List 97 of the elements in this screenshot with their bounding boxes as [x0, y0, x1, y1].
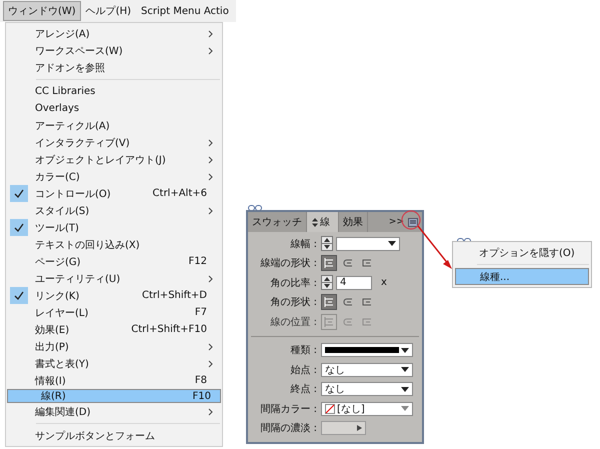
menu-item[interactable]: ユーティリティ(U)	[7, 270, 221, 287]
menu-item[interactable]: ページ(G) F12	[7, 253, 221, 270]
menu-item[interactable]: 出力(P)	[7, 338, 221, 355]
dropdown-arrow-icon	[401, 367, 409, 372]
shortcut: F8	[194, 375, 208, 386]
menu-item[interactable]: リンク(K) Ctrl+Shift+D	[7, 287, 221, 304]
menu-item[interactable]: アドオンを参照	[7, 59, 221, 76]
field-label: 種類 :	[289, 344, 318, 358]
dropdown[interactable]: なし	[321, 362, 413, 377]
menu-item-label: アーティクル(A)	[35, 120, 111, 132]
spinner-icon[interactable]	[321, 275, 333, 290]
menu-item[interactable]: 情報(I) F8	[7, 372, 221, 389]
menu-item-label: カラー(C)	[35, 170, 81, 184]
menu-item[interactable]: サンプルボタンとフォーム	[7, 427, 221, 444]
shortcut: F7	[194, 307, 208, 318]
menu-item[interactable]: ツール(T)	[7, 219, 221, 236]
menu-item-label: サンプルボタンとフォーム	[35, 430, 156, 442]
stroke-type-dropdown[interactable]	[321, 343, 413, 358]
dropdown-arrow-icon	[401, 406, 409, 412]
menu-item-label: 線(R)	[41, 390, 67, 403]
menu-item[interactable]: カラー(C)	[7, 168, 221, 185]
input-field[interactable]: 4	[336, 276, 372, 290]
field-label: 角の比率 :	[269, 276, 318, 290]
menu-item-label: テキストの回り込み(X)	[35, 238, 141, 252]
menu-item-label: 効果(E)	[35, 324, 70, 336]
menu-item-label: CC Libraries	[35, 86, 96, 97]
field-label: 始点 :	[289, 364, 318, 377]
menu-item[interactable]: ワークスペース(W)	[7, 42, 221, 59]
field-label: 間隔カラー :	[259, 402, 318, 416]
menu-item-label: アドオンを参照	[35, 62, 106, 74]
dropdown-value: なし	[325, 383, 346, 396]
weight-dropdown[interactable]	[336, 236, 400, 251]
dropdown[interactable]: [なし]	[321, 402, 413, 416]
menu-item-label: ユーティリティ(U)	[35, 272, 122, 286]
dropdown-arrow-icon	[401, 348, 409, 353]
field-label: 線幅 :	[289, 238, 318, 251]
link-icon	[248, 205, 262, 211]
menu-item[interactable]: オブジェクトとレイアウト(J)	[7, 151, 221, 168]
updown-icon	[312, 218, 318, 226]
panel-tab[interactable]: 線	[307, 212, 339, 232]
shape-option-icon[interactable]	[321, 255, 337, 272]
menu-item[interactable]: スタイル(S)	[7, 202, 221, 219]
menu-bar-item[interactable]: Script Menu Actio	[136, 2, 234, 20]
menu-item[interactable]: 編集関連(D)	[7, 403, 221, 420]
menu-item[interactable]: 効果(E) Ctrl+Shift+F10	[7, 321, 221, 338]
tint-field[interactable]	[321, 421, 366, 436]
dropdown-arrow-icon	[388, 241, 396, 246]
menu-item[interactable]: コントロール(O) Ctrl+Alt+6	[7, 185, 221, 202]
menu-item-label: コントロール(O)	[35, 188, 112, 200]
menu-item-label: 書式と表(Y)	[35, 358, 90, 370]
shortcut: Ctrl+Alt+6	[152, 188, 208, 199]
field-label: 線の位置 :	[269, 316, 318, 329]
menu-item[interactable]: 線種...	[455, 268, 589, 285]
menu-item-label: ページ(G)	[35, 256, 82, 268]
dropdown-arrow-icon	[401, 386, 409, 392]
field-label: 間隔の濃淡 :	[259, 422, 318, 436]
menu-item-label: レイヤー(L)	[35, 306, 90, 320]
dropdown[interactable]: なし	[321, 382, 413, 396]
menu-item-label: 編集関連(D)	[35, 406, 92, 418]
field-label: 角の形状 :	[269, 296, 318, 310]
menu-item-label: オブジェクトとレイアウト(J)	[35, 154, 167, 166]
field-label: 線端の形状 :	[259, 256, 318, 270]
none-swatch-icon	[325, 404, 335, 414]
field-label: 終点 :	[289, 382, 318, 396]
annotation-arrow	[417, 226, 452, 269]
menu-item[interactable]: 書式と表(Y)	[7, 355, 221, 372]
menu-bar-item[interactable]: ウィンドウ(W)	[3, 1, 81, 21]
menu-item-label: アレンジ(A)	[35, 28, 91, 40]
shortcut: Ctrl+Shift+F10	[131, 324, 208, 335]
unit-label: x	[381, 277, 387, 288]
menu-item-label: リンク(K)	[35, 290, 80, 302]
menu-item[interactable]: インタラクティブ(V)	[7, 134, 221, 151]
menu-item-label: スタイル(S)	[35, 204, 90, 218]
menu-item[interactable]: Overlays	[7, 100, 221, 117]
menu-item-label: インタラクティブ(V)	[35, 136, 131, 150]
menu-item[interactable]: アレンジ(A)	[7, 25, 221, 42]
menu-item[interactable]: アーティクル(A)	[7, 117, 221, 134]
dropdown-value: なし	[325, 364, 346, 377]
menu-item[interactable]: オプションを隠す(O)	[455, 244, 589, 261]
spinner-icon[interactable]	[321, 236, 333, 252]
panel-menu-icon[interactable]	[408, 218, 418, 226]
play-arrow-icon	[357, 425, 362, 432]
menu-item-label: ツール(T)	[35, 222, 80, 234]
menu-item[interactable]: レイヤー(L) F7	[7, 304, 221, 321]
shape-option-icon[interactable]	[321, 294, 337, 310]
menu-item-label: ワークスペース(W)	[35, 44, 124, 58]
menu-item[interactable]: CC Libraries	[7, 83, 221, 100]
menu-item[interactable]: テキストの回り込み(X)	[7, 236, 221, 253]
menu-item[interactable]: 線(R) F10	[7, 389, 221, 403]
menu-item-label: 出力(P)	[35, 340, 70, 354]
menu-bar-item[interactable]: ヘルプ(H)	[80, 1, 136, 21]
dropdown-value: [なし]	[337, 402, 366, 416]
menu-item-label: 情報(I)	[35, 374, 67, 388]
shortcut: F10	[192, 390, 212, 402]
menu-item-label: Overlays	[35, 103, 80, 114]
shortcut: Ctrl+Shift+D	[142, 290, 208, 301]
shortcut: F12	[188, 256, 208, 267]
